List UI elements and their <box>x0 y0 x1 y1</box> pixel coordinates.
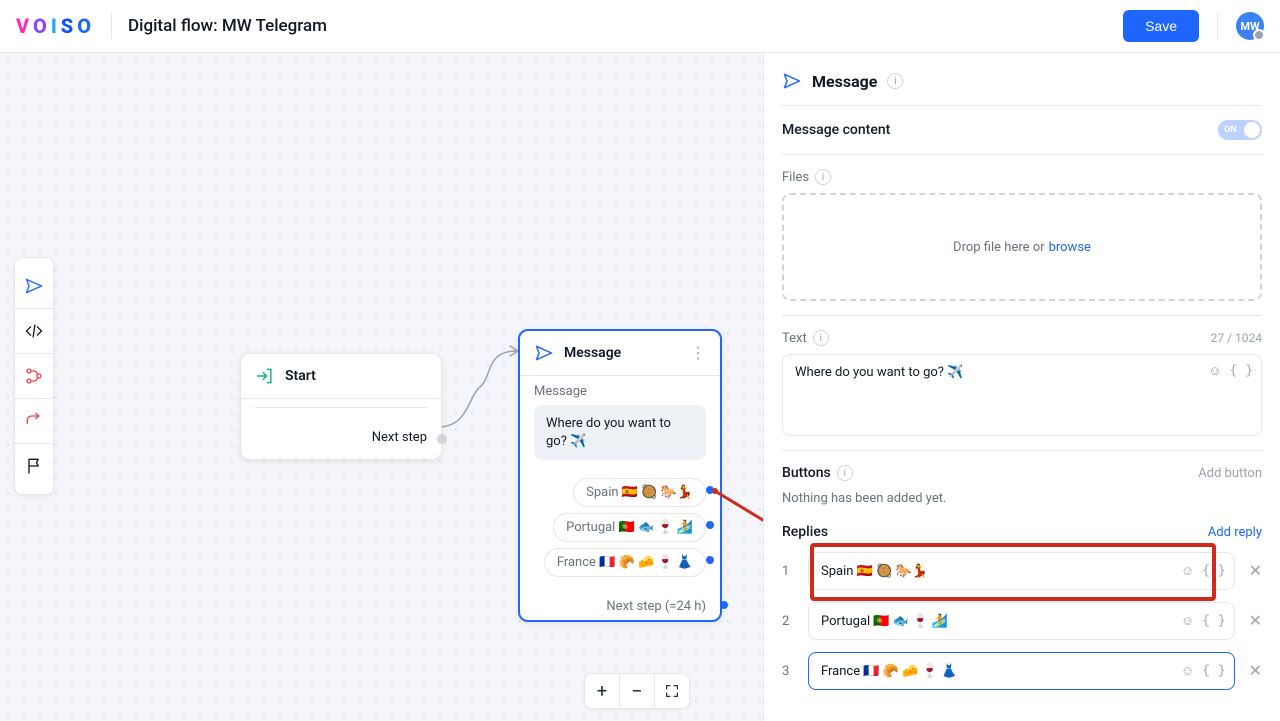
info-icon[interactable]: i <box>815 169 831 185</box>
message-bubble: Where do you want to go? ✈️ <box>534 405 706 460</box>
zoom-out-button[interactable]: − <box>620 674 655 708</box>
text-label: Text <box>782 331 807 346</box>
info-icon[interactable]: i <box>813 330 829 346</box>
tool-redirect-icon[interactable] <box>15 399 53 444</box>
zoom-controls: + − <box>584 673 690 709</box>
top-bar: VOISO Digital flow: MW Telegram Save MW <box>0 0 1280 53</box>
reply-row: 1 Spain 🇪🇸 🥘 🐎💃 ☺ { } ✕ <box>782 552 1262 590</box>
tool-branch-icon[interactable] <box>15 354 53 399</box>
browse-link[interactable]: browse <box>1049 240 1091 255</box>
send-icon <box>782 71 802 91</box>
node-start[interactable]: Start Next step <box>240 353 442 460</box>
text-input[interactable]: Where do you want to go? ✈️ ☺ { } <box>782 354 1262 436</box>
delete-reply-icon[interactable]: ✕ <box>1249 663 1262 679</box>
tool-flag-icon[interactable] <box>15 444 53 488</box>
buttons-label: Buttons <box>782 465 831 481</box>
variable-icon[interactable]: { } <box>1230 363 1253 379</box>
reply-input[interactable]: Spain 🇪🇸 🥘 🐎💃 ☺ { } <box>808 552 1235 590</box>
panel-title: Message <box>812 72 877 91</box>
content-toggle[interactable]: ON <box>1218 120 1262 140</box>
tool-code-icon[interactable] <box>15 309 53 354</box>
divider <box>1217 13 1218 39</box>
reply-row: 3 France 🇫🇷 🥐 🧀 🍷 👗 ☺ { } ✕ <box>782 652 1262 690</box>
info-icon[interactable]: i <box>837 465 853 481</box>
node-menu-icon[interactable]: ⋮ <box>690 348 706 358</box>
tool-send-icon[interactable] <box>15 264 53 309</box>
enter-icon <box>255 366 275 386</box>
node-message[interactable]: Message ⋮ Message Where do you want to g… <box>518 329 722 622</box>
reply-pill[interactable]: Portugal 🇵🇹 🐟 🍷 🏄 <box>553 513 706 542</box>
send-icon <box>534 343 554 363</box>
output-port[interactable] <box>437 434 447 444</box>
text-counter: 27 / 1024 <box>1211 331 1262 345</box>
divider <box>111 13 112 39</box>
node-next-step: Next step <box>241 420 441 459</box>
add-reply-link[interactable]: Add reply <box>1208 525 1262 540</box>
avatar[interactable]: MW <box>1236 12 1264 40</box>
emoji-icon[interactable]: ☺ <box>1181 613 1194 629</box>
fit-screen-button[interactable] <box>655 674 689 708</box>
reply-pill[interactable]: Spain 🇪🇸 🥘 🐎💃 <box>573 478 706 507</box>
reply-index: 1 <box>782 564 794 579</box>
node-title: Message <box>564 345 621 361</box>
emoji-icon[interactable]: ☺ <box>1181 663 1194 679</box>
info-icon[interactable]: i <box>887 73 903 89</box>
content-label: Message content <box>782 122 890 138</box>
canvas[interactable]: Start Next step Message ⋮ Message Where … <box>0 53 1280 721</box>
delete-reply-icon[interactable]: ✕ <box>1249 563 1262 579</box>
variable-icon[interactable]: { } <box>1202 663 1225 679</box>
file-dropzone[interactable]: Drop file here or browse <box>782 193 1262 301</box>
reply-pill[interactable]: France 🇫🇷 🥐 🧀 🍷 👗 <box>544 548 706 577</box>
reply-index: 3 <box>782 664 794 679</box>
zoom-in-button[interactable]: + <box>585 674 620 708</box>
files-label: Files <box>782 170 809 185</box>
reply-input[interactable]: Portugal 🇵🇹 🐟 🍷 🏄 ☺ { } <box>808 602 1235 640</box>
reply-row: 2 Portugal 🇵🇹 🐟 🍷 🏄 ☺ { } ✕ <box>782 602 1262 640</box>
output-port[interactable] <box>720 601 728 609</box>
reply-input[interactable]: France 🇫🇷 🥐 🧀 🍷 👗 ☺ { } <box>808 652 1235 690</box>
emoji-icon[interactable]: ☺ <box>1208 363 1221 379</box>
left-toolbar <box>14 257 54 495</box>
node-title: Start <box>285 368 316 384</box>
buttons-empty: Nothing has been added yet. <box>782 491 1262 506</box>
variable-icon[interactable]: { } <box>1202 563 1225 579</box>
output-port[interactable] <box>706 521 714 529</box>
node-next-step: Next step (=24 h) <box>520 589 720 620</box>
add-button-link[interactable]: Add button <box>1198 466 1262 481</box>
node-subtitle: Message <box>534 384 706 399</box>
properties-panel: Message i Message content ON Files i Dro… <box>763 53 1280 721</box>
replies-label: Replies <box>782 524 828 540</box>
reply-index: 2 <box>782 614 794 629</box>
variable-icon[interactable]: { } <box>1202 613 1225 629</box>
app-logo: VOISO <box>16 14 95 38</box>
emoji-icon[interactable]: ☺ <box>1181 563 1194 579</box>
delete-reply-icon[interactable]: ✕ <box>1249 613 1262 629</box>
output-port[interactable] <box>706 486 714 494</box>
save-button[interactable]: Save <box>1123 10 1199 42</box>
output-port[interactable] <box>706 556 714 564</box>
page-title: Digital flow: MW Telegram <box>128 16 327 36</box>
